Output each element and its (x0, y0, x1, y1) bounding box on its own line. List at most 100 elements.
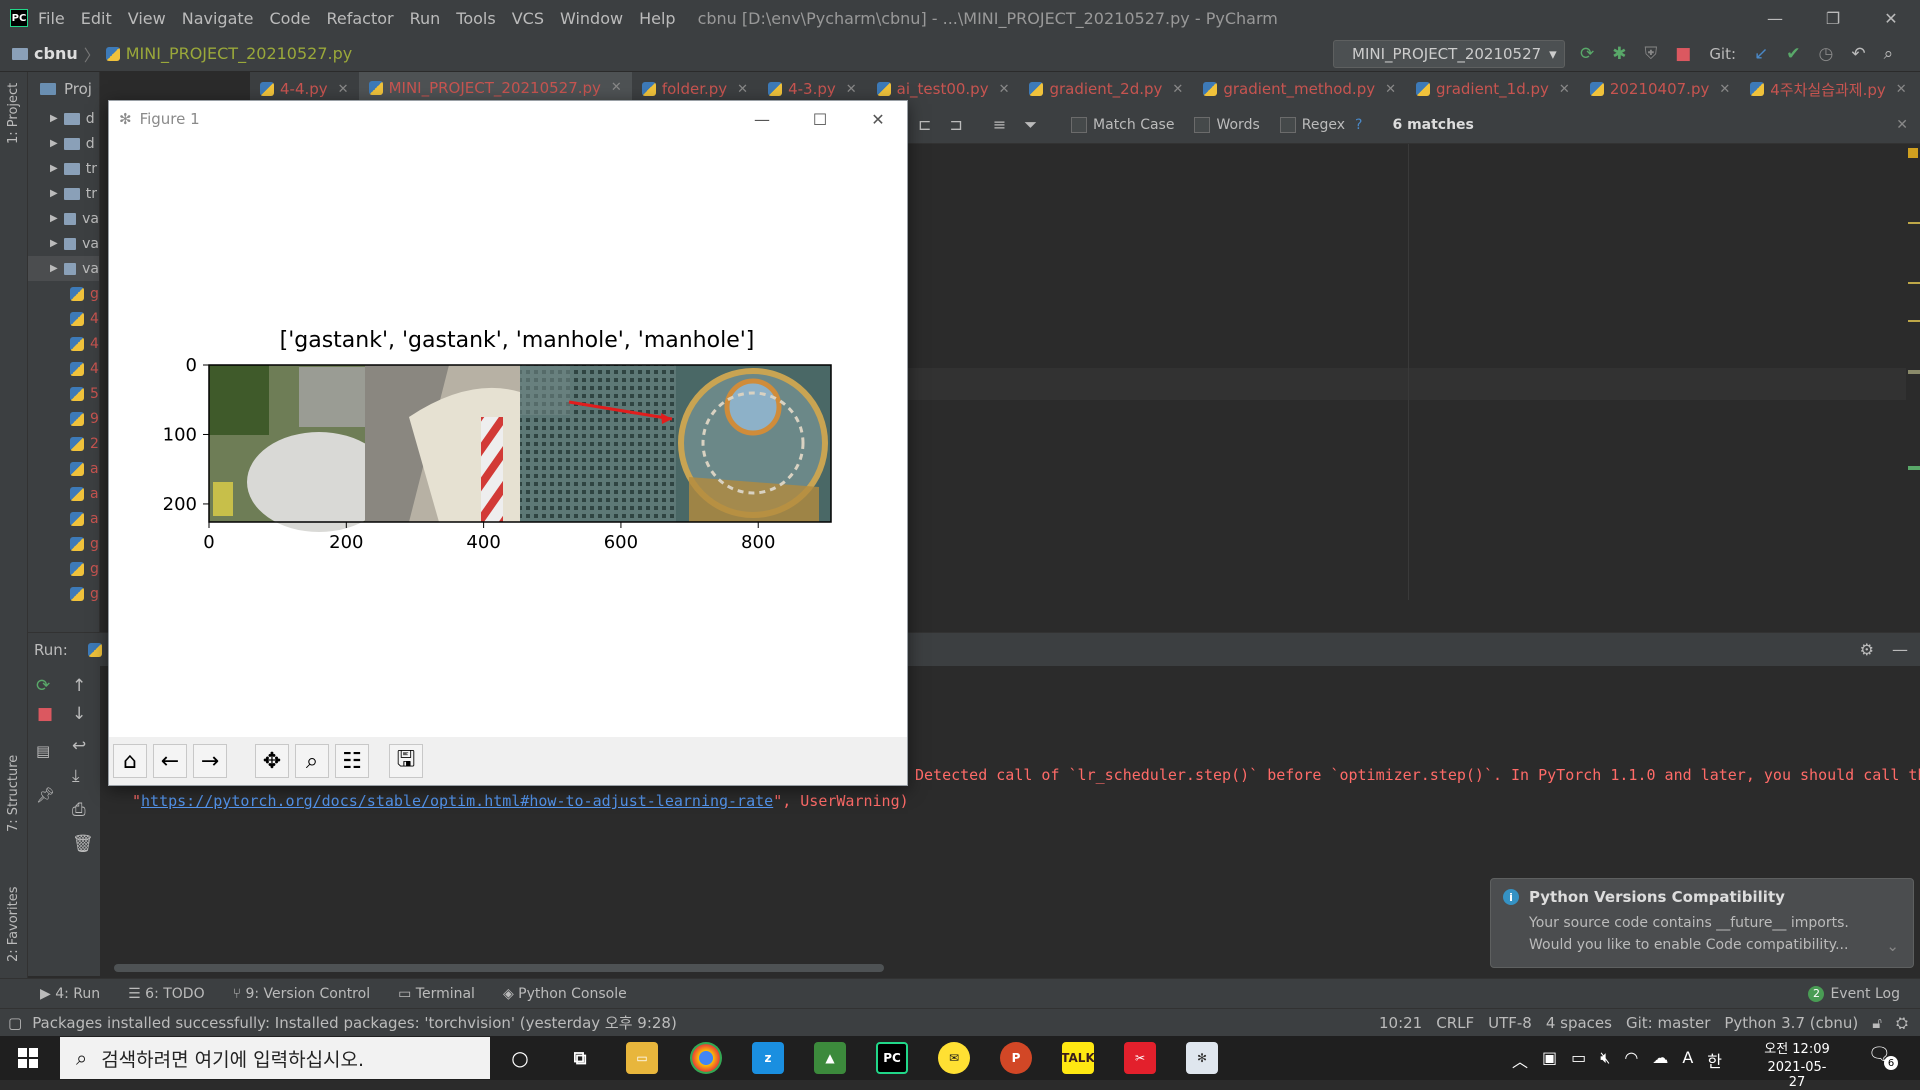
tree-item[interactable]: g (28, 556, 99, 581)
tree-item[interactable]: g (28, 531, 99, 556)
editor-tab[interactable]: 20210407.py ✕ (1580, 72, 1740, 106)
zoom-icon[interactable]: ⌕ (295, 744, 329, 778)
project-panel-title[interactable]: Proj (64, 80, 92, 98)
acrobat-icon[interactable]: ✂ (1124, 1042, 1156, 1074)
messenger-icon[interactable]: ✉ (938, 1042, 970, 1074)
trash-icon[interactable]: 🗑︎ (72, 834, 94, 854)
taskbar-clock[interactable]: 오전 12:09 2021-05-27 (1762, 1038, 1832, 1090)
structure-tool-button[interactable]: 7: Structure (6, 755, 21, 832)
regex-checkbox[interactable]: Regex (1279, 116, 1345, 133)
editor-tab[interactable]: gradient_1d.py ✕ (1406, 72, 1580, 106)
expand-arrow-icon[interactable]: ▶ (50, 113, 58, 124)
git-branch[interactable]: Git: master (1626, 1014, 1710, 1032)
chevron-up-icon[interactable]: ︿ (1512, 1048, 1528, 1072)
rerun-icon[interactable]: ⟳ (1580, 44, 1594, 64)
notification-balloon[interactable]: i Python Versions Compatibility Your sou… (1490, 878, 1914, 968)
rollback-icon[interactable]: ↶ (1851, 44, 1865, 64)
expand-arrow-icon[interactable]: ▶ (50, 188, 58, 199)
chrome-icon[interactable] (690, 1042, 722, 1074)
layout-icon[interactable]: ▤ (36, 742, 50, 760)
vcs-tool-button[interactable]: ⑂ 9: Version Control (233, 986, 370, 1002)
language-indicator[interactable]: A (1682, 1048, 1693, 1072)
editor-tab[interactable]: gradient_2d.py ✕ (1019, 72, 1193, 106)
words-checkbox[interactable]: Words (1194, 116, 1260, 133)
close-find-icon[interactable]: ✕ (1896, 117, 1908, 133)
python-interpreter[interactable]: Python 3.7 (cbnu) (1724, 1014, 1858, 1032)
expand-arrow-icon[interactable]: ▶ (50, 213, 58, 224)
tree-item[interactable]: ▶ tr (28, 156, 99, 181)
breadcrumb-file[interactable]: MINI_PROJECT_20210527.py (126, 44, 353, 63)
stop-icon[interactable]: ■ (1675, 44, 1691, 64)
back-icon[interactable]: ← (153, 744, 187, 778)
volume-mute-icon[interactable]: 🔇︎ (1600, 1048, 1610, 1072)
tree-item[interactable]: 4 (28, 356, 99, 381)
soft-wrap-icon[interactable]: ↩ (72, 736, 86, 756)
run-configuration-select[interactable]: MINI_PROJECT_20210527 ▾ (1333, 40, 1565, 68)
lock-icon[interactable]: 🔓︎ (1872, 1014, 1882, 1032)
close-tab-icon[interactable]: ✕ (1559, 82, 1570, 97)
tree-item[interactable]: a (28, 456, 99, 481)
tree-item[interactable]: ▶ va (28, 256, 99, 281)
caret-position[interactable]: 10:21 (1379, 1014, 1422, 1032)
tree-item[interactable]: 5 (28, 381, 99, 406)
close-tab-icon[interactable]: ✕ (846, 82, 857, 97)
expand-icon[interactable]: ⌄ (1886, 937, 1899, 955)
taskbar-search-box[interactable]: ⌕ 검색하려면 여기에 입력하십시오. (60, 1037, 490, 1079)
onedrive-icon[interactable]: ☁ (1652, 1048, 1668, 1072)
close-tab-icon[interactable]: ✕ (611, 80, 622, 95)
tree-item[interactable]: a (28, 481, 99, 506)
tree-item[interactable]: ▶ tr (28, 181, 99, 206)
tree-item[interactable]: g (28, 281, 99, 306)
git-commit-icon[interactable]: ✔ (1786, 44, 1800, 64)
indent-setting[interactable]: 4 spaces (1546, 1014, 1612, 1032)
save-icon[interactable]: 🖫︎ (389, 744, 423, 778)
close-tab-icon[interactable]: ✕ (1172, 82, 1183, 97)
menu-item-tools[interactable]: Tools (456, 9, 495, 28)
up-arrow-icon[interactable]: ↑ (72, 676, 86, 696)
git-update-icon[interactable]: ↙ (1754, 44, 1768, 64)
pin-icon[interactable]: 📌︎ (36, 786, 55, 804)
close-icon[interactable]: ✕ (849, 101, 907, 137)
project-tool-button[interactable]: 1: Project (6, 83, 21, 144)
expand-arrow-icon[interactable]: ▶ (50, 238, 58, 249)
minimize-icon[interactable]: — (733, 101, 791, 137)
meet-icon[interactable]: ▣ (1542, 1048, 1557, 1072)
memory-icon[interactable]: ⛭ (1896, 1014, 1908, 1032)
windows-start-icon[interactable] (18, 1048, 38, 1068)
filter-right-icon[interactable]: ⊐ (949, 115, 962, 134)
tree-item[interactable]: 4 (28, 306, 99, 331)
tree-item[interactable]: ▶ d (28, 131, 99, 156)
todo-tool-button[interactable]: ☰ 6: TODO (128, 986, 204, 1002)
python-console-tool-button[interactable]: ◈ Python Console (503, 986, 627, 1002)
menu-item-help[interactable]: Help (639, 9, 675, 28)
wifi-icon[interactable]: ◠ (1624, 1048, 1638, 1072)
hide-icon[interactable]: — (1892, 640, 1908, 659)
menu-item-edit[interactable]: Edit (81, 9, 112, 28)
stop-icon[interactable]: ■ (37, 704, 53, 724)
run-tool-button[interactable]: ▶ 4: Run (40, 986, 100, 1002)
editor-tab[interactable]: gradient_method.py ✕ (1193, 72, 1406, 106)
scroll-to-end-icon[interactable]: ⤓ (72, 766, 80, 786)
tree-item[interactable]: ▶ d (28, 106, 99, 131)
menu-item-file[interactable]: File (38, 9, 65, 28)
status-toggle-icon[interactable]: ▢ (8, 1014, 22, 1032)
down-arrow-icon[interactable]: ↓ (72, 704, 86, 724)
tree-item[interactable]: 9 (28, 406, 99, 431)
matplotlib-icon[interactable]: ✻ (1186, 1042, 1218, 1074)
tree-item[interactable]: a (28, 506, 99, 531)
forward-icon[interactable]: → (193, 744, 227, 778)
file-encoding[interactable]: UTF-8 (1488, 1014, 1532, 1032)
menu-item-refactor[interactable]: Refactor (326, 9, 393, 28)
minimize-icon[interactable]: — (1746, 0, 1804, 36)
status-message[interactable]: Packages installed successfully: Install… (32, 1012, 677, 1033)
task-view-icon[interactable]: ⧉ (564, 1042, 596, 1074)
settings-icon[interactable]: ⚙ (1860, 640, 1874, 659)
tree-item[interactable]: 4 (28, 331, 99, 356)
close-tab-icon[interactable]: ✕ (1719, 82, 1730, 97)
event-log-button[interactable]: 2 Event Log (1808, 985, 1900, 1002)
horizontal-scrollbar[interactable] (114, 964, 884, 972)
pycharm-taskbar-icon[interactable]: PC (876, 1042, 908, 1074)
home-icon[interactable]: ⌂ (113, 744, 147, 778)
favorites-tool-button[interactable]: 2: Favorites (6, 886, 21, 962)
close-tab-icon[interactable]: ✕ (338, 82, 349, 97)
